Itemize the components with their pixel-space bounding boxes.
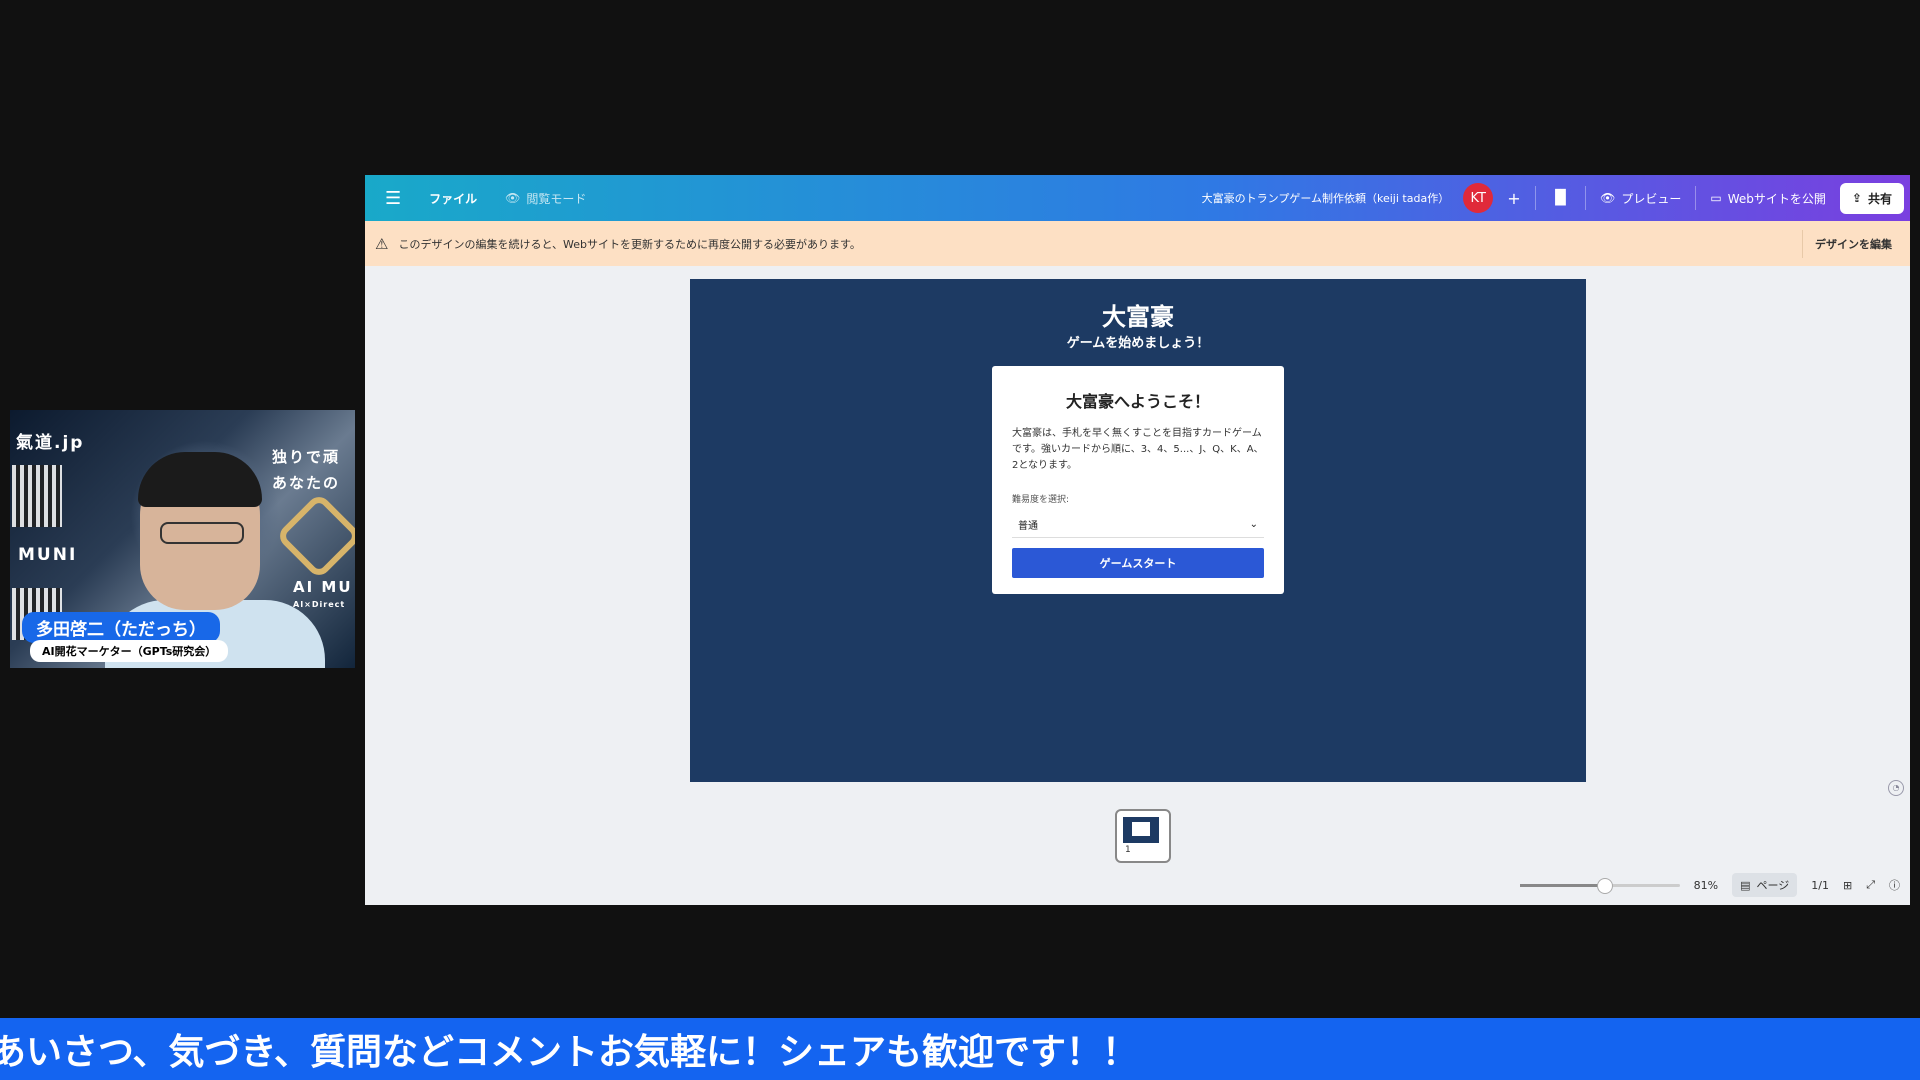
presenter-title: AI開花マーケター（GPTs研究会） — [30, 640, 229, 662]
overlay-muni-text: MUNI — [18, 545, 78, 565]
thumbnail-preview — [1123, 817, 1159, 843]
difficulty-label: 難易度を選択: — [1012, 495, 1070, 505]
document-title[interactable]: 大富豪のトランプゲーム制作依頼（keiji tada作） — [1202, 190, 1450, 206]
analytics-icon[interactable]: ▐▌ — [1550, 190, 1572, 206]
toolbar-divider — [1534, 186, 1536, 210]
assistant-icon[interactable]: ◔ — [1888, 780, 1904, 796]
zoom-level[interactable]: 81% — [1694, 879, 1718, 892]
republish-notice: ⚠ このデザインの編集を続けると、Webサイトを更新するために再度公開する必要が… — [365, 221, 1910, 266]
rules-description: 大富豪は、手札を早く無くすことを目指すカードゲームです。強いカードから順に、3、… — [1012, 428, 1264, 471]
edit-design-button[interactable]: デザインを編集 — [1802, 229, 1904, 258]
eye-icon: 👁 — [505, 191, 521, 205]
warning-icon: ⚠ — [375, 234, 389, 253]
website-icon: ▭ — [1710, 191, 1722, 205]
overlay-phrase-2: あなたの — [272, 474, 341, 492]
design-canvas[interactable]: 大富豪 ゲームを始めましょう！ 大富豪へようこそ！ 大富豪は、手札を早く無くすこ… — [690, 279, 1586, 782]
eye-icon: 👁 — [1600, 191, 1616, 205]
publish-website-button[interactable]: ▭ Webサイトを公開 — [1710, 190, 1826, 207]
overlay-phrase-1: 独りで頑 — [272, 448, 341, 466]
person-glasses — [160, 522, 244, 544]
preview-button[interactable]: 👁 プレビュー — [1600, 190, 1681, 207]
game-start-button[interactable]: ゲームスタート — [1012, 548, 1264, 578]
zoom-slider[interactable] — [1519, 877, 1680, 894]
comment-banner: あいさつ、気づき、質問などコメントお気軽に！シェアも歓迎です！！ — [0, 1018, 1920, 1080]
game-title: 大富豪 — [1102, 303, 1174, 331]
toolbar-divider — [1585, 186, 1587, 210]
overlay-aimu-text: AI MU — [293, 578, 353, 596]
footer-controls: 81% ▤ ページ 1/1 ⊞ ⤢ ⓘ — [1519, 873, 1900, 897]
chevron-down-icon: ⌄ — [1249, 518, 1258, 530]
share-button[interactable]: ⇪ 共有 — [1839, 182, 1904, 214]
editor-window: ☰ ファイル 👁 閲覧モード 大富豪のトランプゲーム制作依頼（keiji tad… — [365, 175, 1910, 905]
pages-button[interactable]: ▤ ページ — [1732, 873, 1798, 897]
presenter-name: 多田啓二（ただっち） — [22, 612, 220, 643]
difficulty-value: 普通 — [1018, 520, 1038, 532]
notice-message: このデザインの編集を続けると、Webサイトを更新するために再度公開する必要があり… — [398, 237, 861, 251]
avatar[interactable]: KT — [1463, 183, 1494, 213]
publish-label: Webサイトを公開 — [1727, 191, 1826, 206]
view-mode-toggle[interactable]: 👁 閲覧モード — [505, 190, 586, 207]
overlay-site-text: 氣道.jp — [16, 433, 85, 453]
zoom-slider-knob[interactable] — [1597, 877, 1614, 894]
thumbnail-number: 1 — [1125, 845, 1131, 855]
welcome-title: 大富豪へようこそ！ — [1065, 392, 1210, 411]
upload-icon: ⇪ — [1851, 191, 1862, 205]
add-collaborator-button[interactable]: + — [1507, 189, 1520, 208]
file-menu[interactable]: ファイル — [429, 190, 477, 207]
page-thumbnail[interactable]: 1 — [1115, 809, 1171, 863]
welcome-card: 大富豪へようこそ！ 大富豪は、手札を早く無くすことを目指すカードゲームです。強い… — [992, 366, 1284, 594]
difficulty-select[interactable]: 普通 ⌄ — [1012, 511, 1264, 538]
pages-icon: ▤ — [1740, 878, 1751, 892]
pages-label: ページ — [1756, 879, 1790, 892]
zoom-slider-fill — [1519, 883, 1605, 887]
banner-text: あいさつ、気づき、質問などコメントお気軽に！シェアも歓迎です！！ — [0, 1032, 1139, 1073]
heart-logo-icon — [275, 492, 355, 580]
share-label: 共有 — [1867, 191, 1892, 206]
page-count: 1/1 — [1811, 878, 1829, 892]
top-toolbar: ☰ ファイル 👁 閲覧モード 大富豪のトランプゲーム制作依頼（keiji tad… — [365, 175, 1910, 221]
preview-label: プレビュー — [1621, 191, 1682, 206]
game-subtitle: ゲームを始めましょう！ — [1066, 336, 1210, 351]
fullscreen-icon[interactable]: ⤢ — [1866, 878, 1875, 892]
help-icon[interactable]: ⓘ — [1889, 877, 1900, 893]
grid-view-icon[interactable]: ⊞ — [1843, 879, 1852, 892]
toolbar-divider — [1695, 186, 1697, 210]
qr-code-top — [12, 465, 62, 527]
view-mode-label: 閲覧モード — [526, 191, 587, 206]
overlay-small-text: AI×Direct — [293, 600, 346, 609]
hamburger-icon[interactable]: ☰ — [385, 188, 401, 209]
